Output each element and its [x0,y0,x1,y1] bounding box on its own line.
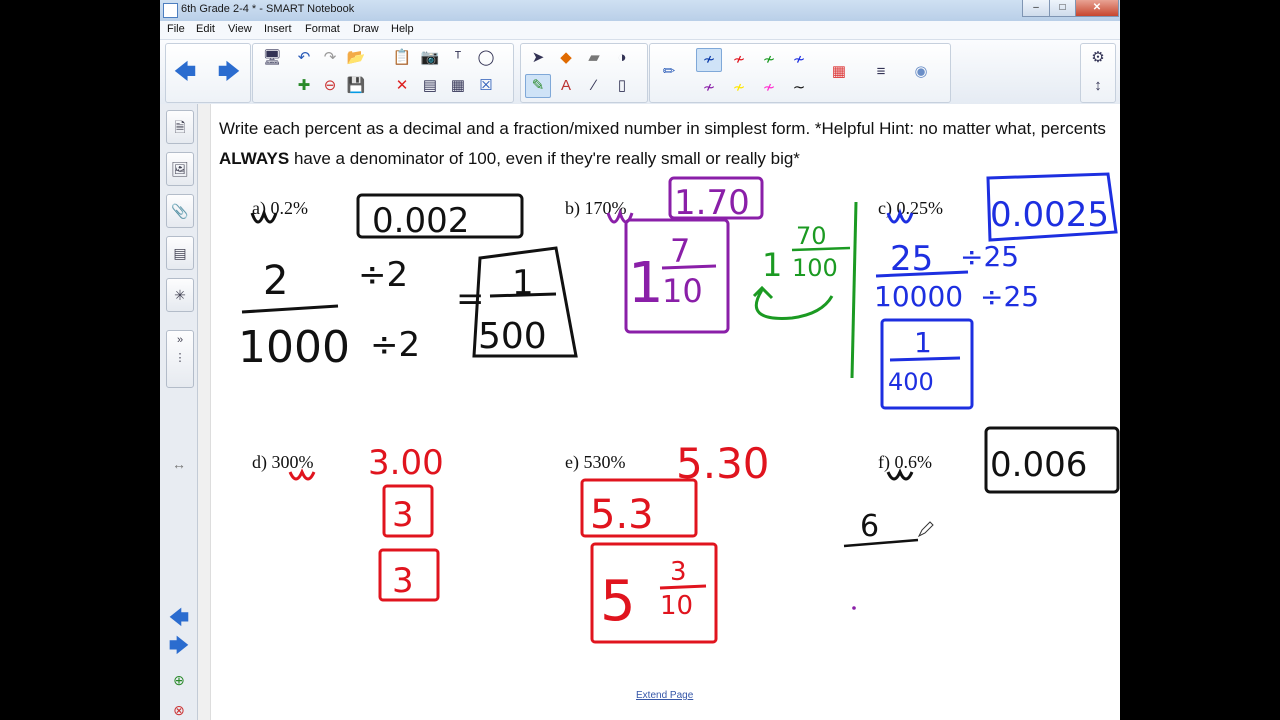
problem-a: a) 0.2% [252,198,308,219]
gear-icon[interactable]: ⚙ [1085,46,1111,70]
pen-icon[interactable]: ✏ [656,60,682,84]
close-box-icon[interactable]: ☒ [473,74,499,98]
menu-insert[interactable]: Insert [264,23,292,35]
next-page-icon[interactable]: 🡆 [166,630,192,662]
color-palette-icon[interactable]: ▦ [826,60,852,84]
pen-style-green-icon[interactable]: ≁ [756,48,782,72]
page-sorter-icon[interactable]: 🗎 [166,110,194,144]
problem-label: c) [878,198,892,218]
instruction-part: have a denominator of 100, even if they'… [289,149,800,168]
problem-value: 0.25% [896,198,943,218]
delete-icon[interactable]: ✕ [389,74,415,98]
screen-icon[interactable]: 🖥 [259,46,285,70]
maximize-button[interactable]: □ [1049,0,1076,17]
problem-label: d) [252,452,267,472]
addons-icon[interactable]: ✳ [166,278,194,312]
problem-b: b) 170% [565,198,627,219]
problem-value: 0.6% [894,452,933,472]
add-page-side-icon[interactable]: ⊕ [166,664,192,696]
side-tabs: 🗎 🖼 📎 ▤ ✳ » ⋮ ↔ 🡄 🡆 ⊕ ⊗ [160,104,198,720]
delete-page-side-icon[interactable]: ⊗ [166,694,192,720]
app-window: 6th Grade 2-4 * - SMART Notebook – □ ✕ F… [160,0,1120,720]
table-icon[interactable]: ▦ [445,74,471,98]
forward-arrow-icon[interactable]: 🡆 [216,60,242,84]
problem-value: 0.2% [270,198,308,218]
pen-styles-group: ✏ ≁ ≁ ≁ ≁ ≁ ≁ ≁ ∼ ▦ ≡ ◉ [649,43,951,103]
delete-page-icon[interactable]: ⊖ [317,74,343,98]
eraser-icon[interactable]: ▰ [581,46,607,70]
close-button[interactable]: ✕ [1075,0,1119,17]
problem-f: f) 0.6% [878,452,932,473]
app-icon [163,3,178,18]
line-width-icon[interactable]: ≡ [868,60,894,84]
pens-icon[interactable]: ✎ [525,74,551,98]
pen-style-red-icon[interactable]: ≁ [726,48,752,72]
fill-icon[interactable]: ◑ [609,46,635,70]
pen-style-blue-icon[interactable]: ≁ [786,48,812,72]
problem-label: a) [252,198,266,218]
title-bar: 6th Grade 2-4 * - SMART Notebook – □ ✕ [160,0,1120,22]
instruction-text: Write each percent as a decimal and a fr… [219,114,1109,174]
transparency-icon[interactable]: ◉ [908,60,934,84]
toolbar-settings-group: ⚙ ↕ [1080,43,1116,103]
problem-value: 530% [583,452,626,472]
problem-label: f) [878,452,890,472]
save-icon[interactable]: 💾 [343,74,369,98]
pen-style-purple-icon[interactable]: ≁ [696,76,722,100]
redo-icon[interactable]: ↷ [317,46,343,70]
menu-view[interactable]: View [228,23,252,35]
pen-style-yellow-icon[interactable]: ≁ [726,76,752,100]
instruction-part: Write each percent as a decimal and a fr… [219,119,1106,138]
move-toolbar-icon[interactable]: ↕ [1085,74,1111,98]
gallery-icon[interactable]: 🖼 [166,152,194,186]
edit-group: 🖥 ↶ ↷ 📂 ✚ ⊖ 💾 📋 📷 ᵀ ◯ ✕ ▤ ▦ ☒ [252,43,514,103]
text-tool-icon[interactable]: ᵀ [445,46,471,70]
attachments-icon[interactable]: 📎 [166,194,194,228]
menu-draw[interactable]: Draw [353,23,379,35]
problem-label: b) [565,198,580,218]
tools-group: ➤ ◆ ▰ ◑ ✎ A ∕ ▯ [520,43,648,103]
resize-icon[interactable]: ↔ [166,448,192,480]
select-arrow-icon[interactable]: ➤ [525,46,551,70]
problem-c: c) 0.25% [878,198,943,219]
vertical-scrollbar[interactable] [198,104,211,720]
toolbar: 🡄 🡆 🖥 ↶ ↷ 📂 ✚ ⊖ 💾 📋 📷 ᵀ ◯ ✕ ▤ ▦ ☒ ➤ ◆ ▰ … [160,40,1120,105]
menu-format[interactable]: Format [305,23,340,35]
problem-d: d) 300% [252,452,314,473]
open-folder-icon[interactable]: 📂 [343,46,369,70]
pen-style-magenta-icon[interactable]: ≁ [756,76,782,100]
screen-shade-icon[interactable]: ▤ [417,74,443,98]
problem-e: e) 530% [565,452,625,473]
instruction-bold: ALWAYS [219,149,290,168]
camera-icon[interactable]: 📷 [417,46,443,70]
undo-icon[interactable]: ↶ [291,46,317,70]
shapes-icon[interactable]: ◆ [553,46,579,70]
notebook-canvas[interactable] [198,104,1120,720]
paste-icon[interactable]: 📋 [389,46,415,70]
text-a-icon[interactable]: A [553,74,579,98]
menu-bar: File Edit View Insert Format Draw Help [160,21,1120,40]
menu-help[interactable]: Help [391,23,414,35]
nav-group: 🡄 🡆 [165,43,251,103]
pen-style-black-icon[interactable]: ≁ [696,48,722,72]
expand-sidebar-handle[interactable]: » ⋮ [166,330,194,388]
add-page-icon[interactable]: ✚ [291,74,317,98]
spell-check-icon[interactable]: ◯ [473,46,499,70]
pen-style-dashed-icon[interactable]: ∼ [786,76,812,100]
window-title: 6th Grade 2-4 * - SMART Notebook [181,3,355,15]
magic-eraser-icon[interactable]: ▯ [609,74,635,98]
properties-icon[interactable]: ▤ [166,236,194,270]
extend-page-link[interactable]: Extend Page [636,690,693,701]
pen-cursor-icon [917,521,934,538]
problem-value: 300% [271,452,314,472]
problem-value: 170% [584,198,627,218]
line-icon[interactable]: ∕ [581,74,607,98]
menu-edit[interactable]: Edit [196,23,215,35]
menu-file[interactable]: File [167,23,185,35]
problem-label: e) [565,452,579,472]
back-arrow-icon[interactable]: 🡄 [172,60,198,84]
minimize-button[interactable]: – [1022,0,1050,17]
